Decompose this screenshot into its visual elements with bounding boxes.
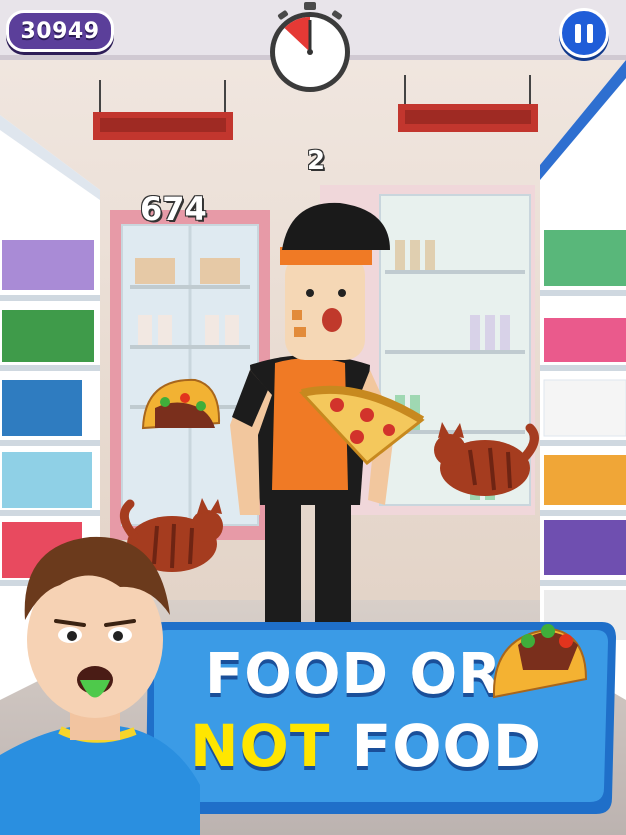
banner-line1: FOOD OR <box>205 642 502 707</box>
cat-item-right[interactable] <box>430 420 545 500</box>
banner-word-not: NOT <box>190 712 331 780</box>
banner-line2: NOT FOOD <box>190 712 542 780</box>
banner-word-food: FOOD <box>205 642 389 707</box>
floating-points-big: 674 <box>140 190 207 228</box>
pause-icon-bar <box>587 23 593 43</box>
floating-points-small: 2 <box>307 146 326 176</box>
score-counter: 30949 <box>6 10 114 52</box>
timer-clock <box>270 2 350 92</box>
pause-button[interactable] <box>559 8 609 58</box>
game-scene: 674 2 FOOD OR NOT FOOD 30949 <box>0 0 626 835</box>
pause-icon <box>575 23 581 43</box>
banner-taco-icon <box>492 624 588 699</box>
pizza-item[interactable] <box>297 375 427 465</box>
banner-word-food-2: FOOD <box>351 712 543 780</box>
player-character <box>0 536 200 835</box>
taco-item[interactable] <box>135 368 225 448</box>
